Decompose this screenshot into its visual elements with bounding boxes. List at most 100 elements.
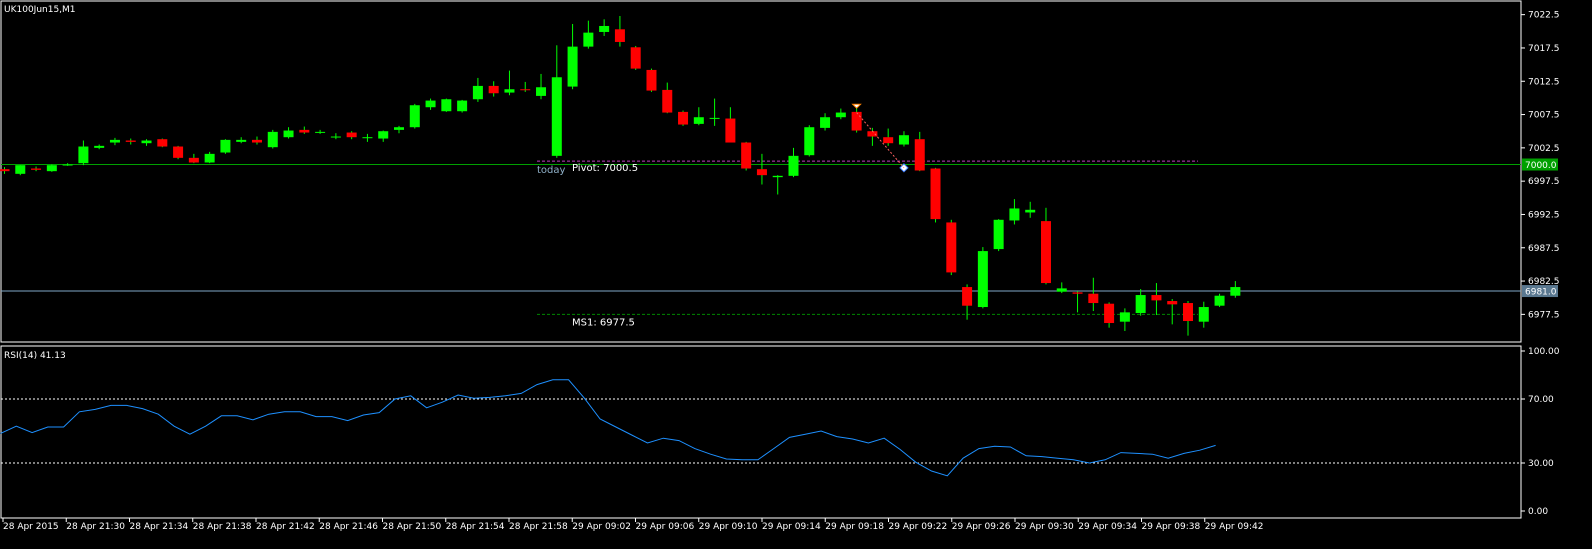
candle-body-bear [0, 169, 10, 172]
candle-body-bull [236, 139, 247, 142]
candle[interactable] [46, 164, 57, 172]
candle[interactable] [630, 45, 641, 70]
candle-body-bull [204, 153, 215, 163]
time-tick-label: 29 Apr 09:38 [1142, 522, 1201, 532]
candle-body-bear [662, 89, 673, 113]
candle-body-bull [472, 85, 483, 100]
trading-chart-window[interactable]: today Pivot: 7000.5 MS1: 6977.5 7022.5 7017… [0, 0, 1592, 545]
candle-body-bull [267, 131, 278, 148]
rsi-tick-label: 100.00 [1528, 347, 1560, 357]
candle-body-bear [488, 85, 499, 94]
candle[interactable] [441, 98, 452, 112]
price-tick-label: 7022.5 [1528, 11, 1560, 21]
candle-body-bear [125, 140, 136, 142]
price-tick-label: 7002.5 [1528, 144, 1560, 154]
candle-body-bull [1198, 307, 1209, 322]
candle-body-bull [141, 140, 152, 144]
candle-body-bull [583, 32, 594, 47]
candle-body-bear [867, 131, 878, 137]
rsi-tick-label: 30.00 [1528, 459, 1554, 469]
candle-body-bull [409, 105, 420, 128]
candle-body-bull [898, 135, 909, 145]
candle-body-bull [78, 146, 89, 164]
candle[interactable] [157, 138, 168, 148]
candle-body-bull [1135, 295, 1146, 314]
candle-body-bear [1104, 303, 1115, 324]
candle-body-bull [835, 112, 846, 118]
candle[interactable] [409, 103, 420, 129]
candle-body-bear [299, 129, 310, 133]
candle-body-bear [930, 168, 941, 220]
candle[interactable] [1214, 293, 1225, 308]
price-tick-label: 7007.5 [1528, 111, 1560, 121]
candle[interactable] [993, 219, 1004, 252]
candle-body-bull [94, 145, 105, 148]
candle[interactable] [220, 139, 231, 154]
candle-body-bear [1088, 293, 1099, 304]
time-tick-label: 29 Apr 09:30 [1015, 522, 1074, 532]
candle[interactable] [15, 165, 26, 176]
candle-body-bull [551, 77, 562, 156]
candle-body-bull [820, 117, 831, 128]
candle-body-bull [804, 127, 815, 156]
chart-canvas[interactable]: today Pivot: 7000.5 MS1: 6977.5 7022.5 7017… [0, 0, 1592, 545]
price-tick-label: 6977.5 [1528, 310, 1560, 320]
candle[interactable] [457, 99, 468, 113]
candle[interactable] [678, 110, 689, 126]
candle-body-bull [567, 46, 578, 87]
candle-body-bull [378, 131, 389, 139]
time-tick-label: 28 Apr 21:42 [256, 522, 315, 532]
price-tick-label: 6987.5 [1528, 244, 1560, 254]
candle[interactable] [173, 145, 184, 160]
candle-body-bull [504, 89, 515, 93]
price-tick-label: 7012.5 [1528, 77, 1560, 87]
candle[interactable] [946, 219, 957, 276]
time-tick-label: 28 Apr 21:30 [66, 522, 125, 532]
candle-body-bear [188, 157, 199, 163]
time-tick-label: 29 Apr 09:02 [572, 522, 631, 532]
candle-body-bear [914, 139, 925, 171]
candle-body-bull [993, 219, 1004, 250]
candle[interactable] [930, 167, 941, 223]
candle-body-bull [1056, 288, 1067, 292]
time-tick-label: 29 Apr 09:26 [952, 522, 1011, 532]
candle-body-bull [788, 155, 799, 176]
candle-body-bull [62, 164, 73, 166]
candle-body-bear [1040, 221, 1051, 284]
candle-body-bull [1025, 209, 1036, 213]
price-tick-label: 7017.5 [1528, 44, 1560, 54]
candle[interactable] [977, 247, 988, 309]
candle-body-bear [31, 168, 42, 170]
candle[interactable] [804, 125, 815, 157]
time-tick-label: 28 Apr 2015 [3, 522, 59, 532]
price-tag-text: 6981.0 [1525, 288, 1557, 298]
candle[interactable] [741, 141, 752, 171]
price-tick-label: 6997.5 [1528, 177, 1560, 187]
ms1-label: MS1: 6977.5 [572, 317, 635, 328]
candle-body-bear [646, 69, 657, 91]
candle-body-bear [630, 47, 641, 69]
candle-body-bear [520, 89, 531, 91]
candle-body-bear [1183, 303, 1193, 322]
candle-body-bull [977, 251, 988, 308]
price-tick-label: 6992.5 [1528, 210, 1560, 220]
today-label: today [537, 165, 566, 176]
candle-body-bear [756, 169, 767, 176]
candle-body-bull [220, 139, 231, 153]
time-tick-label: 28 Apr 21:54 [446, 522, 505, 532]
time-tick-label: 29 Apr 09:22 [889, 522, 948, 532]
candle-body-bear [962, 287, 973, 306]
candle[interactable] [646, 68, 657, 92]
candle-body-bear [946, 222, 957, 273]
time-tick-label: 28 Apr 21:38 [193, 522, 252, 532]
time-tick-label: 29 Apr 09:06 [636, 522, 695, 532]
candle-body-bull [599, 25, 610, 32]
candle[interactable] [267, 129, 278, 149]
time-tick-label: 29 Apr 09:10 [699, 522, 758, 532]
candle-body-bear [678, 111, 689, 125]
time-tick-label: 29 Apr 09:18 [825, 522, 884, 532]
candle-body-bull [315, 131, 326, 133]
price-tag-bid: 6981.0 [1522, 285, 1558, 298]
price-tag-text: 7000.0 [1525, 161, 1557, 171]
candle-body-bear [157, 139, 168, 147]
